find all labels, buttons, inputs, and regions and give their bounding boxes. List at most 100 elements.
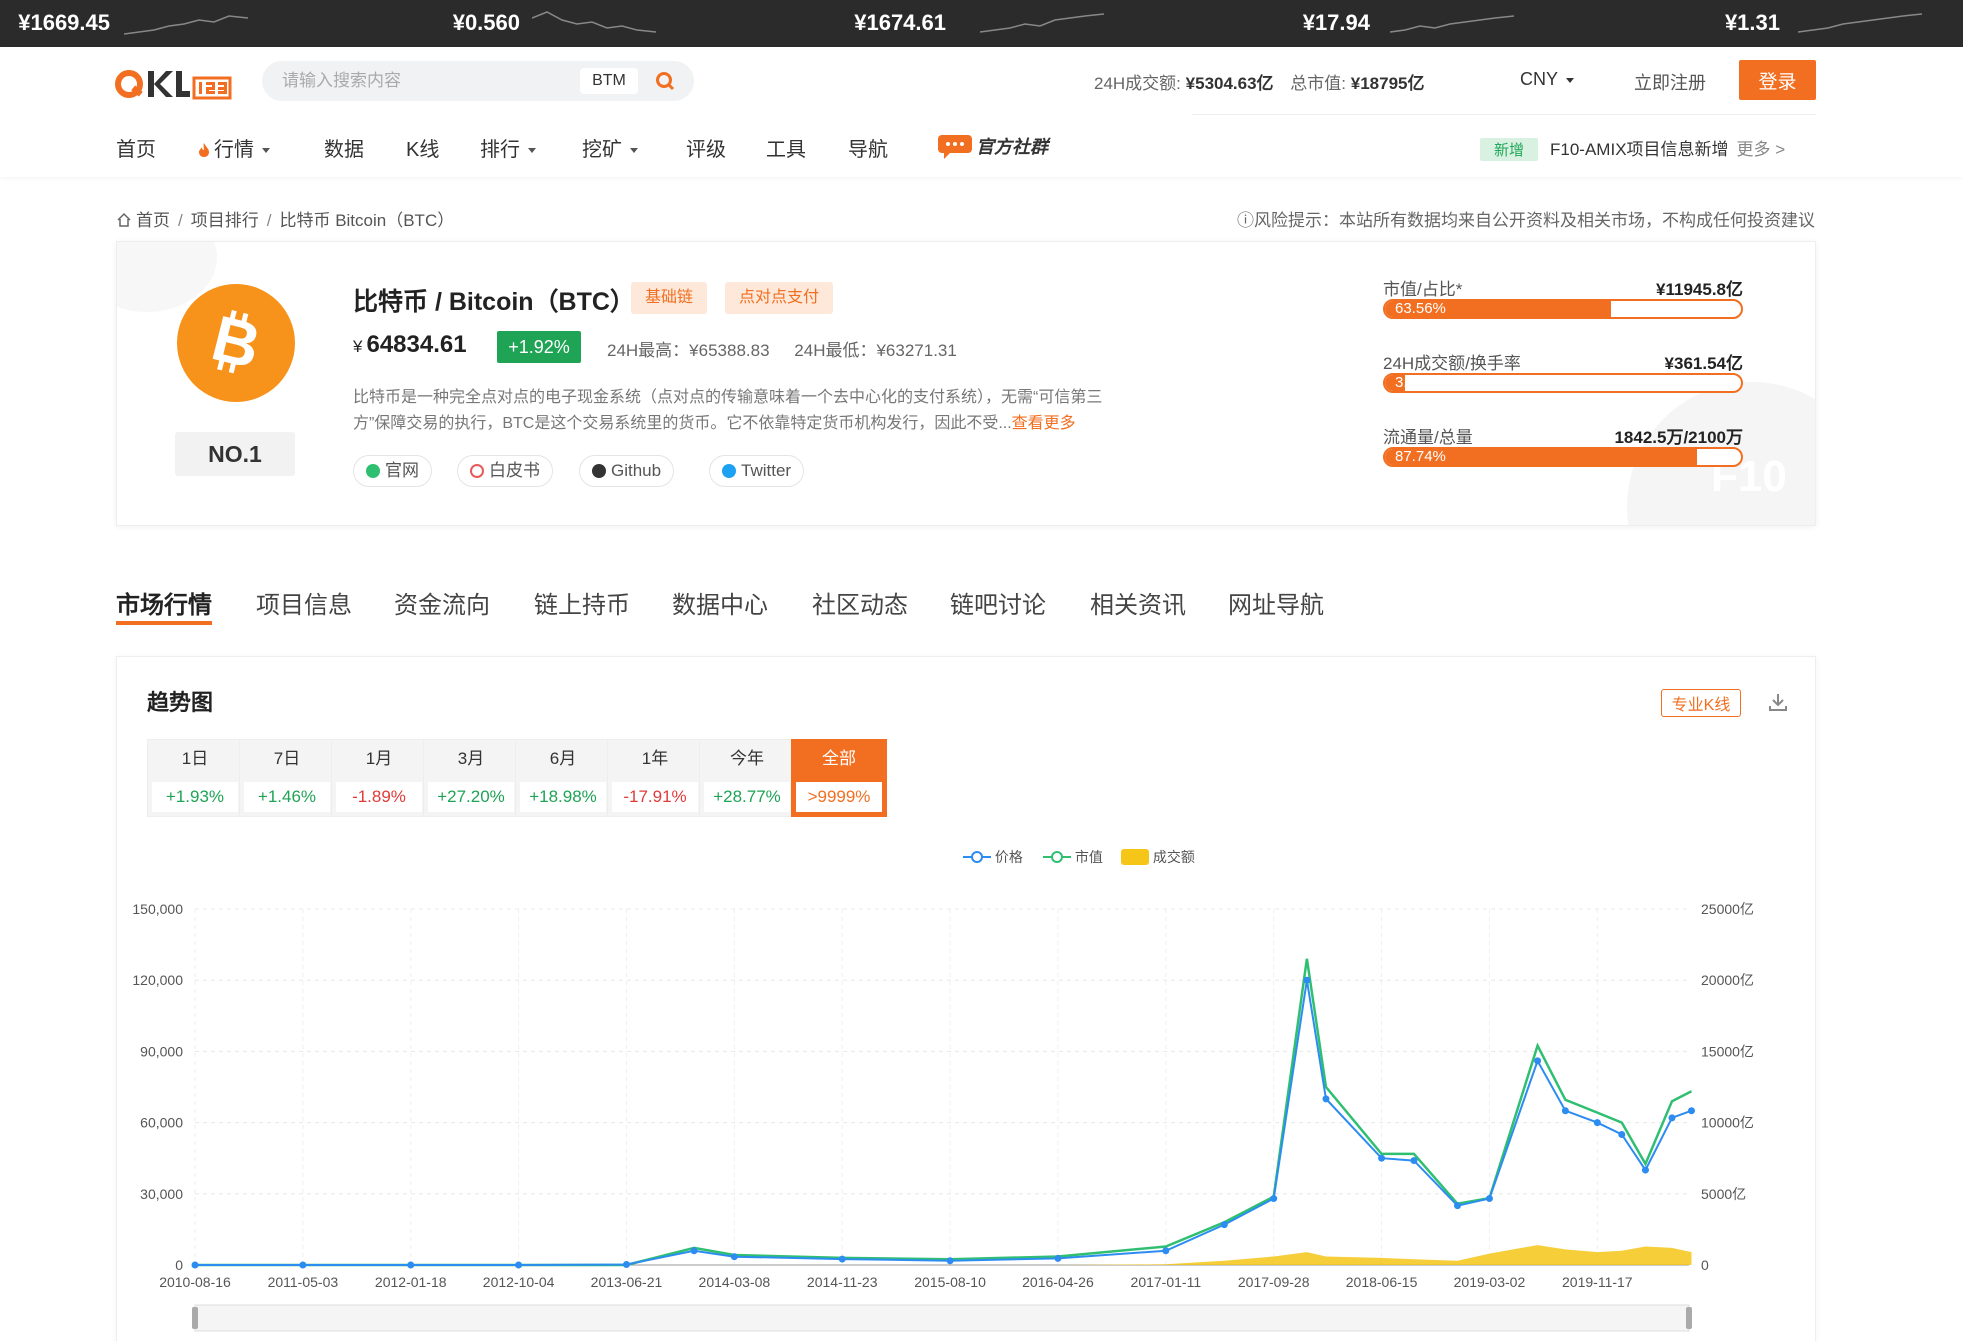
tab-discussion[interactable]: 链吧讨论 — [950, 585, 1046, 620]
search-icon[interactable] — [654, 70, 676, 92]
read-more-link[interactable]: 查看更多 — [1012, 415, 1076, 432]
github-link[interactable]: Github — [579, 455, 675, 487]
currency-select[interactable]: CNY — [1520, 69, 1575, 90]
news-ticker[interactable]: 新增 F10-AMIX项目信息新增 更多 > — [1480, 135, 1785, 161]
trend-chart[interactable]: 0 0 30,000 5000亿 60,000 10000亿 90,000 15000亿 120… — [117, 867, 1817, 1341]
period-button[interactable]: 今年 +28.77% — [699, 739, 795, 817]
tab-holdings[interactable]: 链上持币 — [534, 585, 630, 620]
metric-value: 1842.5万/2100万 — [1614, 428, 1743, 447]
x-axis-tick-label: 2012-10-04 — [483, 1274, 555, 1290]
tab-links[interactable]: 网址导航 — [1228, 585, 1324, 620]
price-point — [946, 1257, 954, 1265]
whitepaper-link[interactable]: 白皮书 — [457, 455, 553, 487]
nav-community[interactable]: 官方社群 — [936, 133, 1048, 159]
breadcrumb-ranking[interactable]: 项目排行 — [191, 211, 259, 230]
coin-tag[interactable]: 点对点支付 — [725, 282, 834, 314]
nav-guide[interactable]: 导航 — [848, 133, 888, 162]
metric-value: ¥361.54亿 — [1664, 354, 1743, 373]
chat-bubble-icon — [938, 135, 972, 159]
tab-fund-flow[interactable]: 资金流向 — [394, 585, 490, 620]
period-button[interactable]: 3月 +27.20% — [423, 739, 519, 817]
news-text: F10-AMIX项目信息新增 — [1550, 140, 1729, 159]
legend-line-icon — [963, 851, 991, 863]
tab-project-info[interactable]: 项目信息 — [256, 585, 352, 620]
period-button[interactable]: 1月 -1.89% — [331, 739, 427, 817]
coin-tag[interactable]: 基础链 — [631, 282, 708, 314]
coin-price: 64834.61 — [366, 331, 467, 358]
globe-icon — [366, 464, 380, 478]
nav-rating[interactable]: 评级 — [686, 133, 726, 162]
period-change: -1.89% — [336, 782, 422, 812]
progress-text: 63.56% — [1395, 300, 1446, 317]
progress-bar: 63.56% — [1383, 299, 1743, 319]
home-icon — [117, 212, 131, 227]
y2-axis-tick-label: 5000亿 — [1701, 1186, 1746, 1202]
nav-ranking[interactable]: 排行 — [480, 133, 536, 162]
y-axis-tick-label: 30,000 — [140, 1186, 183, 1202]
breadcrumb-separator: / — [178, 211, 183, 230]
rank-badge: NO.1 — [175, 432, 295, 476]
progress-bar: 3.03% — [1383, 373, 1743, 393]
download-icon[interactable] — [1767, 691, 1789, 713]
news-more-link[interactable]: 更多 > — [1737, 140, 1786, 159]
period-button[interactable]: 全部 >9999% — [791, 739, 887, 817]
price-point — [1534, 1057, 1542, 1065]
market-cap-line — [195, 958, 1693, 1267]
price-point — [1303, 976, 1311, 984]
ticker-change-badge — [1866, 0, 1938, 6]
tab-news[interactable]: 相关资讯 — [1090, 585, 1186, 620]
twitter-link[interactable]: Twitter — [709, 455, 805, 487]
period-button[interactable]: 1日 +1.93% — [147, 739, 243, 817]
breadcrumb-home[interactable]: 首页 — [136, 211, 170, 230]
coin-card: F10 B NO.1 比特币 / Bitcoin（BTC） 基础链 点对点支付 … — [116, 241, 1816, 526]
nav-data[interactable]: 数据 — [324, 133, 364, 162]
tab-data-center[interactable]: 数据中心 — [672, 585, 768, 620]
search-input[interactable] — [282, 61, 582, 101]
nav-market-label: 行情 — [214, 139, 254, 161]
panel-title: 趋势图 — [147, 690, 214, 715]
progress-text: 3.03% — [1395, 374, 1438, 391]
period-label: 7日 — [273, 749, 301, 768]
search-hot-tag[interactable]: BTM — [580, 68, 638, 94]
period-button[interactable]: 7日 +1.46% — [239, 739, 335, 817]
ticker-price: ¥1.31 — [1724, 10, 1780, 35]
twitter-icon — [722, 464, 736, 478]
nav-market[interactable]: 行情 — [198, 133, 270, 162]
period-button[interactable]: 1年 -17.91% — [607, 739, 703, 817]
price-point — [299, 1261, 307, 1269]
nav-mining[interactable]: 挖矿 — [582, 133, 638, 162]
x-axis-tick-label: 2014-11-23 — [807, 1274, 878, 1290]
price-point — [1668, 1114, 1676, 1122]
period-button[interactable]: 6月 +18.98% — [515, 739, 611, 817]
tab-community[interactable]: 社区动态 — [812, 585, 908, 620]
price-point — [1641, 1166, 1649, 1174]
qkl123-logo[interactable] — [114, 66, 232, 102]
ticker-price: ¥1669.45 — [18, 10, 110, 35]
legend-volume[interactable]: 成交额 — [1121, 847, 1195, 867]
y2-axis-tick-label: 0 — [1701, 1257, 1709, 1273]
nav-community-label: 官方社群 — [976, 137, 1048, 157]
nav-tools[interactable]: 工具 — [766, 133, 806, 162]
tab-market[interactable]: 市场行情 — [116, 585, 212, 620]
ticker-sparkline — [1798, 13, 1922, 33]
description-line: 方”保障交易的执行，BTC是这个交易系统里的货币。它不依靠特定货币机构发行，因此… — [353, 415, 1012, 432]
period-label: 1年 — [641, 749, 669, 768]
legend-price[interactable]: 价格 — [963, 847, 1023, 867]
nav-kline[interactable]: K线 — [406, 133, 439, 162]
market-stats: 24H成交额: ¥5304.63亿 总市值: ¥18795亿 — [1094, 69, 1425, 94]
register-link[interactable]: 立即注册 — [1634, 69, 1706, 95]
y-axis-tick-label: 90,000 — [140, 1043, 183, 1059]
document-icon — [470, 464, 484, 478]
price-point — [1453, 1202, 1461, 1210]
pro-kline-button[interactable]: 专业K线 — [1661, 689, 1741, 717]
nav-home[interactable]: 首页 — [116, 133, 156, 162]
description-line: 比特币是一种完全点对点的电子现金系统（点对点的传输意味着一个去中心化的支付系统）… — [353, 389, 1103, 406]
login-button[interactable]: 登录 — [1739, 60, 1816, 100]
period-label: 6月 — [549, 749, 577, 768]
y2-axis-tick-label: 15000亿 — [1701, 1043, 1754, 1059]
period-change: +27.20% — [428, 782, 514, 812]
legend-cap[interactable]: 市值 — [1043, 847, 1103, 867]
official-site-link[interactable]: 官网 — [353, 455, 432, 487]
price-point — [690, 1247, 698, 1255]
y2-axis-tick-label: 25000亿 — [1701, 901, 1754, 917]
